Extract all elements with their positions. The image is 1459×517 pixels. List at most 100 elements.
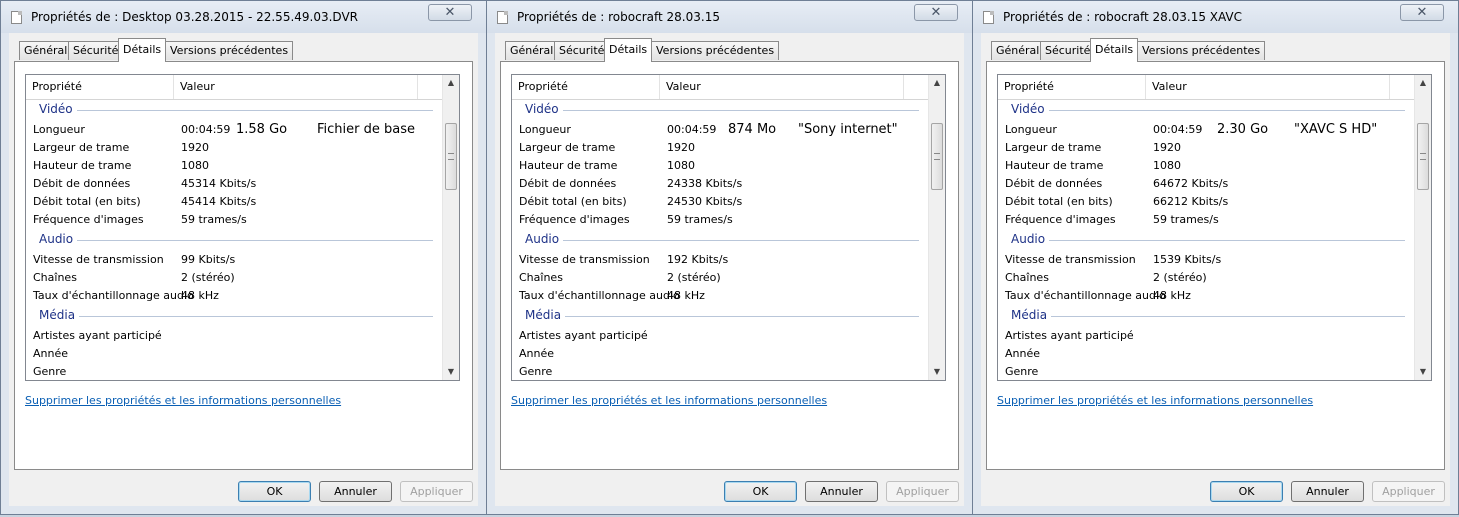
vertical-scrollbar[interactable]: ▲ ▼ (928, 75, 945, 380)
column-header-property[interactable]: Propriété (512, 75, 660, 99)
tab-previous-versions[interactable]: Versions précédentes (1137, 41, 1266, 60)
file-icon (11, 11, 22, 24)
title-bar[interactable]: Propriétés de : Desktop 03.28.2015 - 22.… (1, 1, 486, 33)
remove-properties-link[interactable]: Supprimer les propriétés et les informat… (25, 394, 341, 407)
tab-security[interactable]: Sécurité (68, 41, 124, 60)
row-audio-bitrate[interactable]: Vitesse de transmission 1539 Kbits/s (998, 251, 1414, 269)
tab-previous-versions[interactable]: Versions précédentes (651, 41, 780, 60)
row-data-rate[interactable]: Débit de données 45314 Kbits/s (26, 175, 442, 193)
title-bar[interactable]: Propriétés de : robocraft 28.03.15 XAVC … (973, 1, 1458, 33)
ok-button[interactable]: OK (1210, 481, 1283, 502)
property-label: Année (1005, 347, 1041, 360)
column-header-property[interactable]: Propriété (998, 75, 1146, 99)
cancel-button[interactable]: Annuler (1291, 481, 1364, 502)
apply-button[interactable]: Appliquer (400, 481, 473, 502)
row-artists[interactable]: Artistes ayant participé (26, 327, 442, 345)
group-label: Audio (525, 232, 564, 246)
column-header-value[interactable]: Valeur (1146, 75, 1390, 99)
row-sample-rate[interactable]: Taux d'échantillonnage audio 48 kHz (512, 287, 928, 305)
group-divider (525, 110, 919, 111)
scroll-thumb[interactable] (931, 123, 943, 190)
row-frame-rate[interactable]: Fréquence d'images 59 trames/s (512, 211, 928, 229)
close-icon: ✕ (1416, 5, 1428, 20)
property-value: 1080 (1153, 159, 1181, 172)
close-button[interactable]: ✕ (914, 4, 958, 21)
row-total-bitrate[interactable]: Débit total (en bits) 45414 Kbits/s (26, 193, 442, 211)
window-title: Propriétés de : robocraft 28.03.15 XAVC (1003, 10, 1243, 24)
row-data-rate[interactable]: Débit de données 64672 Kbits/s (998, 175, 1414, 193)
scroll-down-arrow-icon[interactable]: ▼ (1415, 364, 1431, 380)
row-sample-rate[interactable]: Taux d'échantillonnage audio 48 kHz (26, 287, 442, 305)
vertical-scrollbar[interactable]: ▲ ▼ (1414, 75, 1431, 380)
column-header-value[interactable]: Valeur (174, 75, 418, 99)
tab-security[interactable]: Sécurité (1040, 41, 1096, 60)
properties-list[interactable]: Propriété Valeur Vidéo Longueur 00:04:59… (25, 74, 460, 381)
scroll-down-arrow-icon[interactable]: ▼ (929, 364, 945, 380)
column-header-value[interactable]: Valeur (660, 75, 904, 99)
cancel-button[interactable]: Annuler (805, 481, 878, 502)
row-genre[interactable]: Genre (512, 363, 928, 380)
row-length[interactable]: Longueur 00:04:59 2.30 Go "XAVC S HD" (998, 121, 1414, 139)
tab-details[interactable]: Détails (118, 38, 167, 62)
row-frame-width[interactable]: Largeur de trame 1920 (998, 139, 1414, 157)
row-year[interactable]: Année (512, 345, 928, 363)
row-frame-rate[interactable]: Fréquence d'images 59 trames/s (998, 211, 1414, 229)
properties-list[interactable]: Propriété Valeur Vidéo Longueur 00:04:59… (511, 74, 946, 381)
row-year[interactable]: Année (998, 345, 1414, 363)
remove-properties-link[interactable]: Supprimer les propriétés et les informat… (511, 394, 827, 407)
tab-details[interactable]: Détails (604, 38, 653, 62)
row-channels[interactable]: Chaînes 2 (stéréo) (998, 269, 1414, 287)
ok-button[interactable]: OK (724, 481, 797, 502)
scroll-up-arrow-icon[interactable]: ▲ (929, 75, 945, 91)
ok-button[interactable]: OK (238, 481, 311, 502)
apply-button[interactable]: Appliquer (886, 481, 959, 502)
row-channels[interactable]: Chaînes 2 (stéréo) (512, 269, 928, 287)
row-frame-height[interactable]: Hauteur de trame 1080 (26, 157, 442, 175)
cancel-button[interactable]: Annuler (319, 481, 392, 502)
tab-general[interactable]: Général (991, 41, 1045, 60)
scroll-down-arrow-icon[interactable]: ▼ (443, 364, 459, 380)
row-frame-height[interactable]: Hauteur de trame 1080 (998, 157, 1414, 175)
close-button[interactable]: ✕ (428, 4, 472, 21)
group-video: Vidéo (512, 99, 928, 121)
row-audio-bitrate[interactable]: Vitesse de transmission 192 Kbits/s (512, 251, 928, 269)
row-total-bitrate[interactable]: Débit total (en bits) 66212 Kbits/s (998, 193, 1414, 211)
group-divider (1011, 316, 1405, 317)
property-label: Genre (1005, 365, 1039, 378)
tab-previous-versions[interactable]: Versions précédentes (165, 41, 294, 60)
scroll-up-arrow-icon[interactable]: ▲ (1415, 75, 1431, 91)
row-data-rate[interactable]: Débit de données 24338 Kbits/s (512, 175, 928, 193)
row-genre[interactable]: Genre (998, 363, 1414, 380)
scroll-thumb[interactable] (1417, 123, 1429, 190)
group-label: Vidéo (1011, 102, 1049, 116)
tab-general[interactable]: Général (19, 41, 73, 60)
row-frame-rate[interactable]: Fréquence d'images 59 trames/s (26, 211, 442, 229)
title-bar[interactable]: Propriétés de : robocraft 28.03.15 ✕ (487, 1, 972, 33)
tab-general[interactable]: Général (505, 41, 559, 60)
row-artists[interactable]: Artistes ayant participé (998, 327, 1414, 345)
scroll-up-arrow-icon[interactable]: ▲ (443, 75, 459, 91)
row-frame-width[interactable]: Largeur de trame 1920 (26, 139, 442, 157)
row-frame-height[interactable]: Hauteur de trame 1080 (512, 157, 928, 175)
close-button[interactable]: ✕ (1400, 4, 1444, 21)
row-sample-rate[interactable]: Taux d'échantillonnage audio 48 kHz (998, 287, 1414, 305)
row-audio-bitrate[interactable]: Vitesse de transmission 99 Kbits/s (26, 251, 442, 269)
row-genre[interactable]: Genre (26, 363, 442, 380)
property-value: 64672 Kbits/s (1153, 177, 1229, 190)
remove-properties-link[interactable]: Supprimer les propriétés et les informat… (997, 394, 1313, 407)
row-length[interactable]: Longueur 00:04:59 874 Mo "Sony internet" (512, 121, 928, 139)
tab-details[interactable]: Détails (1090, 38, 1139, 62)
apply-button[interactable]: Appliquer (1372, 481, 1445, 502)
vertical-scrollbar[interactable]: ▲ ▼ (442, 75, 459, 380)
row-year[interactable]: Année (26, 345, 442, 363)
row-channels[interactable]: Chaînes 2 (stéréo) (26, 269, 442, 287)
row-artists[interactable]: Artistes ayant participé (512, 327, 928, 345)
property-label: Artistes ayant participé (33, 329, 162, 342)
tab-security[interactable]: Sécurité (554, 41, 610, 60)
column-header-property[interactable]: Propriété (26, 75, 174, 99)
row-length[interactable]: Longueur 00:04:59 1.58 Go Fichier de bas… (26, 121, 442, 139)
row-frame-width[interactable]: Largeur de trame 1920 (512, 139, 928, 157)
scroll-thumb[interactable] (445, 123, 457, 190)
properties-list[interactable]: Propriété Valeur Vidéo Longueur 00:04:59… (997, 74, 1432, 381)
row-total-bitrate[interactable]: Débit total (en bits) 24530 Kbits/s (512, 193, 928, 211)
